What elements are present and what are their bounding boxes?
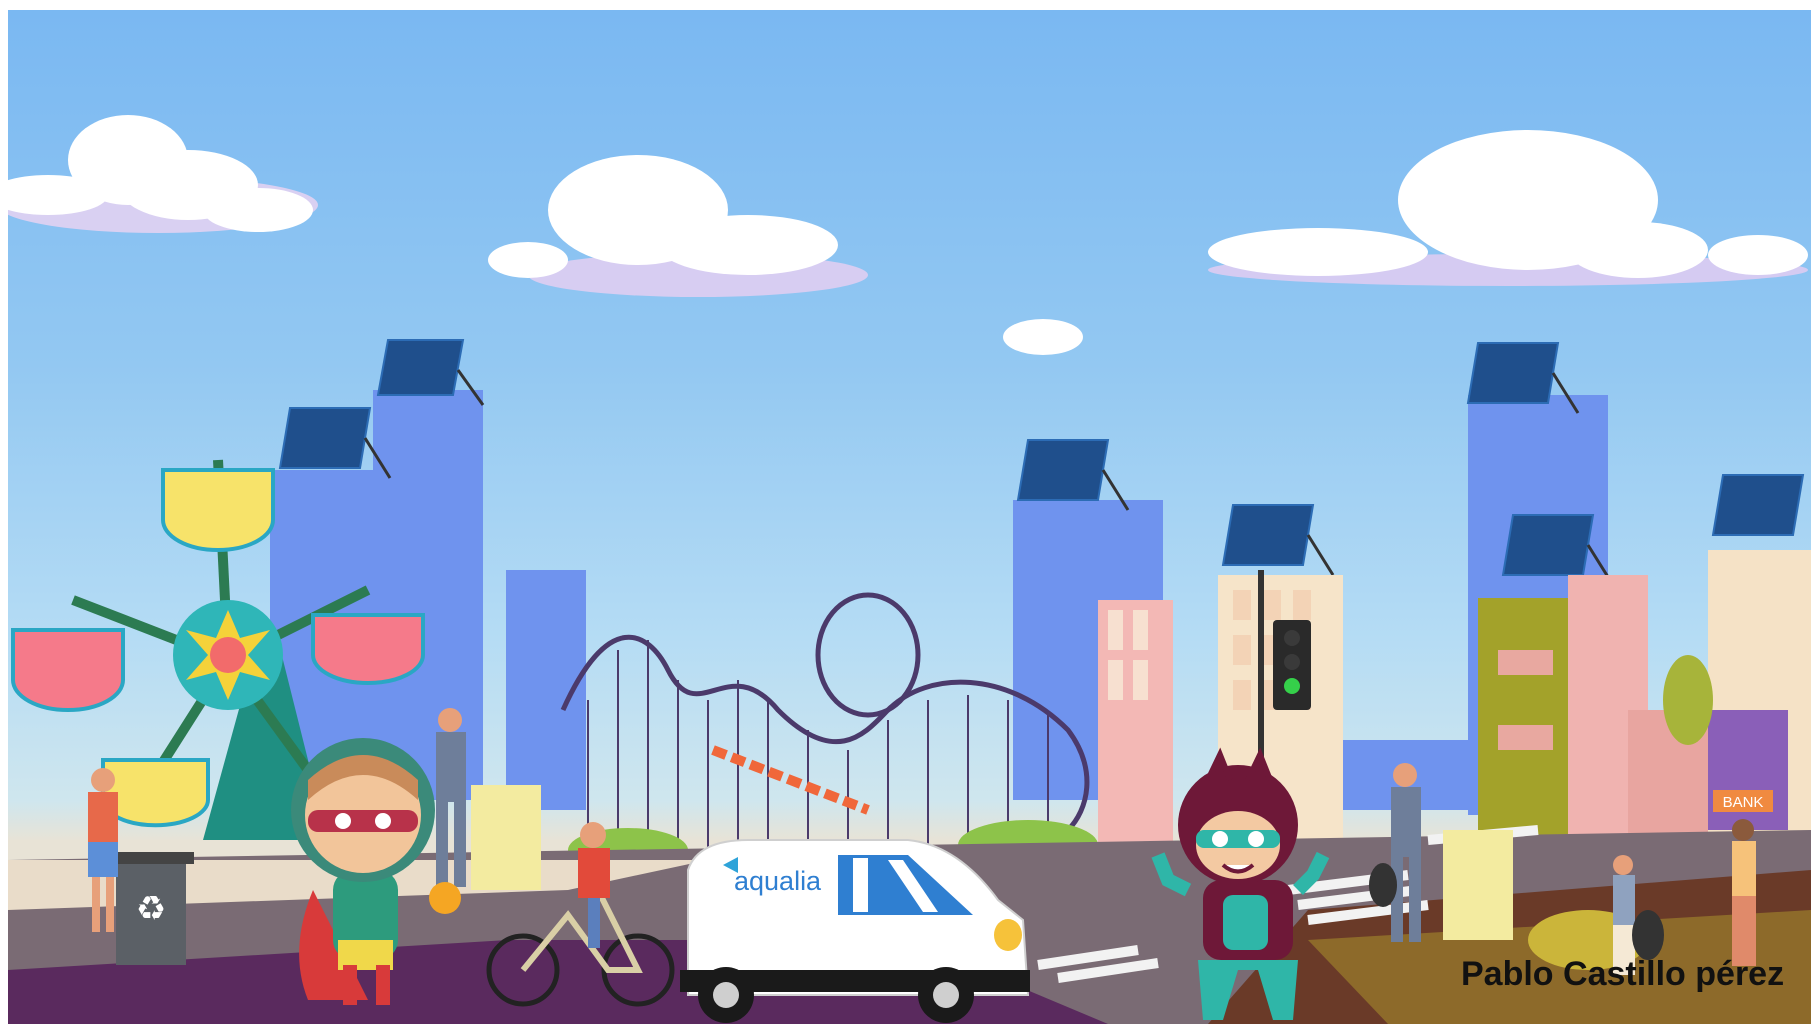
cloud-small [1003, 319, 1083, 355]
roller-coaster [560, 592, 1090, 850]
recycle-icon: ♻ [136, 889, 166, 929]
scene-artwork: BANK ♻ aqualia [8, 115, 1811, 1024]
cloud-right [1208, 130, 1808, 286]
cloud-center [488, 155, 868, 297]
van-logo-text: aqualia [734, 866, 822, 896]
cloud-left [8, 115, 318, 233]
author-credit: Pablo Castillo pérez [1461, 955, 1785, 993]
bank-sign-text: BANK [1723, 794, 1764, 811]
city-illustration: BANK ♻ aqualia Pablo Castillo pérez [8, 10, 1811, 1024]
background-buildings [270, 390, 1608, 815]
